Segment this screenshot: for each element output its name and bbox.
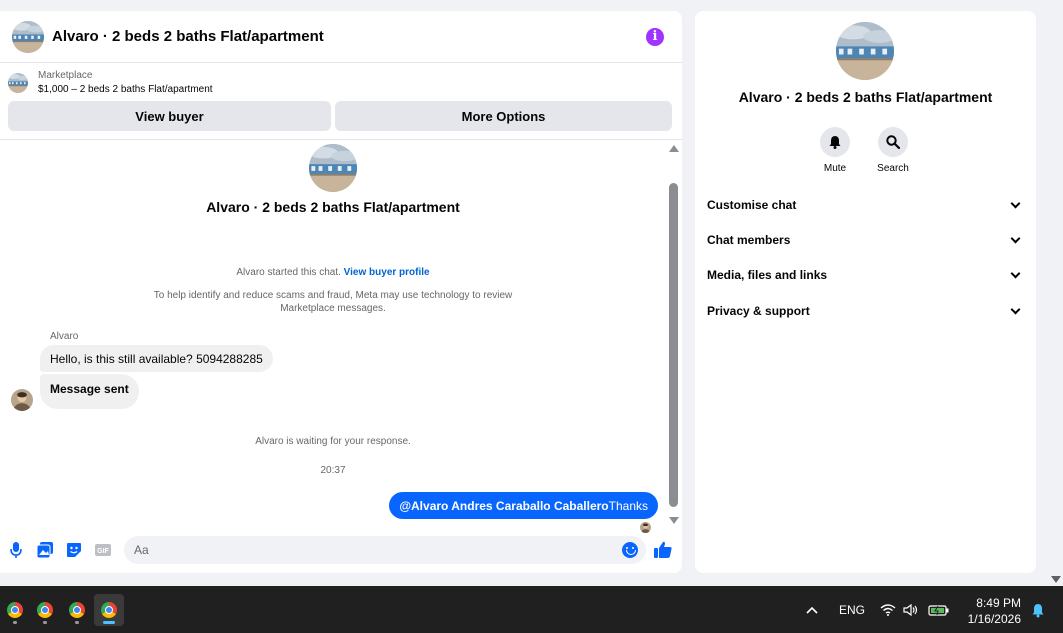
listing-actions: View buyer More Options <box>0 99 682 140</box>
view-buyer-button[interactable]: View buyer <box>8 101 331 131</box>
search-label: Search <box>877 163 909 174</box>
chrome-taskbar-app[interactable] <box>30 594 60 626</box>
scam-notice-line-2: Marketplace messages. <box>280 303 386 314</box>
mute-label: Mute <box>823 163 847 174</box>
message-list[interactable]: Alvaro · 2 beds 2 baths Flat/apartment A… <box>0 141 666 526</box>
scam-notice: To help identify and reduce scams and fr… <box>0 289 666 315</box>
message-composer: GIF <box>0 535 682 565</box>
listing-thumbnail <box>8 73 28 93</box>
outgoing-text: Thanks <box>608 498 648 513</box>
chevron-down-icon <box>1010 233 1021 244</box>
microphone-icon[interactable] <box>7 541 25 559</box>
outgoing-message[interactable]: @Alvaro Andres Caraballo Caballero Thanks <box>389 492 658 519</box>
search-action[interactable]: Search <box>863 127 923 174</box>
chrome-icon <box>69 602 85 618</box>
show-hidden-icons[interactable] <box>806 586 818 633</box>
running-indicator <box>75 621 79 624</box>
chevron-down-icon <box>1010 304 1021 315</box>
read-receipt-avatar <box>640 522 651 533</box>
sticker-icon[interactable] <box>65 541 83 559</box>
scam-notice-line-1: To help identify and reduce scams and fr… <box>153 290 513 301</box>
chevron-down-icon <box>1010 268 1021 279</box>
chrome-icon <box>101 602 117 618</box>
section-media-files-links[interactable]: Media, files and links <box>707 260 1025 290</box>
message-input[interactable] <box>134 536 614 564</box>
message-scrollbar[interactable] <box>668 143 680 526</box>
sender-name: Alvaro <box>50 331 79 342</box>
gif-icon[interactable]: GIF <box>94 541 112 559</box>
system-clock[interactable]: 8:49 PM 1/16/2026 <box>968 595 1021 627</box>
listing-price-title: $1,000 – 2 beds 2 baths Flat/apartment <box>38 84 213 95</box>
listing-summary[interactable]: Marketplace $1,000 – 2 beds 2 baths Flat… <box>0 63 682 99</box>
chat-started-text: Alvaro started this chat. <box>236 267 341 278</box>
section-label: Privacy & support <box>707 304 810 318</box>
details-avatar[interactable] <box>836 22 894 80</box>
clock-time: 8:49 PM <box>976 596 1021 610</box>
notification-bell-icon[interactable] <box>1031 603 1045 623</box>
mute-action[interactable]: Mute <box>805 127 865 174</box>
chrome-icon <box>7 602 23 618</box>
section-privacy-support[interactable]: Privacy & support <box>707 296 1025 326</box>
chat-panel: Alvaro · 2 beds 2 baths Flat/apartment i… <box>0 11 682 573</box>
running-indicator <box>43 621 47 624</box>
battery-icon[interactable] <box>928 586 950 633</box>
conversation-avatar <box>309 144 357 192</box>
wifi-icon[interactable] <box>880 586 896 633</box>
search-icon[interactable] <box>878 127 908 157</box>
listing-label: Marketplace <box>38 70 93 81</box>
section-label: Customise chat <box>707 198 797 212</box>
like-icon[interactable] <box>654 541 672 559</box>
chat-details-panel: Alvaro · 2 beds 2 baths Flat/apartment M… <box>695 11 1036 573</box>
volume-icon[interactable] <box>903 586 919 633</box>
section-label: Media, files and links <box>707 268 828 282</box>
svg-text:GIF: GIF <box>97 548 109 555</box>
message-timestamp: 20:37 <box>320 465 346 476</box>
details-title: Alvaro · 2 beds 2 baths Flat/apartment <box>738 89 993 105</box>
taskbar: ENG 8:49 PM 1/16/2026 <box>0 586 1063 633</box>
chat-header: Alvaro · 2 beds 2 baths Flat/apartment i <box>0 11 682 63</box>
chevron-down-icon <box>1010 198 1021 209</box>
chevron-up-icon[interactable] <box>806 606 818 614</box>
running-indicator <box>13 621 17 624</box>
more-options-button[interactable]: More Options <box>335 101 672 131</box>
waiting-notice: Alvaro is waiting for your response. <box>255 436 411 447</box>
info-icon[interactable]: i <box>646 27 664 46</box>
incoming-message[interactable]: Hello, is this still available? 50942882… <box>40 345 273 372</box>
emoji-icon[interactable] <box>622 542 638 558</box>
section-chat-members[interactable]: Chat members <box>707 225 1025 255</box>
sender-avatar[interactable] <box>11 389 33 411</box>
language-indicator[interactable]: ENG <box>839 586 865 633</box>
scroll-down-icon[interactable] <box>669 517 679 524</box>
scroll-thumb[interactable] <box>669 183 678 507</box>
chrome-taskbar-app[interactable] <box>62 594 92 626</box>
page-scroll-down-icon[interactable] <box>1051 576 1061 583</box>
chrome-taskbar-app[interactable] <box>0 594 30 626</box>
incoming-message[interactable]: Message sent <box>40 374 139 409</box>
chrome-icon <box>37 602 53 618</box>
active-indicator <box>103 621 115 624</box>
view-buyer-profile-link[interactable]: View buyer profile <box>344 267 430 278</box>
chat-title[interactable]: Alvaro · 2 beds 2 baths Flat/apartment <box>52 28 646 45</box>
message-input-box[interactable] <box>124 536 646 564</box>
scroll-up-icon[interactable] <box>669 145 679 152</box>
clock-date: 1/16/2026 <box>967 612 1021 626</box>
bell-icon[interactable] <box>820 127 850 157</box>
photo-icon[interactable] <box>36 541 54 559</box>
section-label: Chat members <box>707 233 791 247</box>
chat-started-notice: Alvaro started this chat. View buyer pro… <box>0 266 666 279</box>
listing-avatar[interactable] <box>12 21 44 53</box>
conversation-title: Alvaro · 2 beds 2 baths Flat/apartment <box>206 199 460 215</box>
section-customise-chat[interactable]: Customise chat <box>707 190 1025 220</box>
chrome-taskbar-app-active[interactable] <box>94 594 124 626</box>
mention[interactable]: @Alvaro Andres Caraballo Caballero <box>399 499 608 513</box>
